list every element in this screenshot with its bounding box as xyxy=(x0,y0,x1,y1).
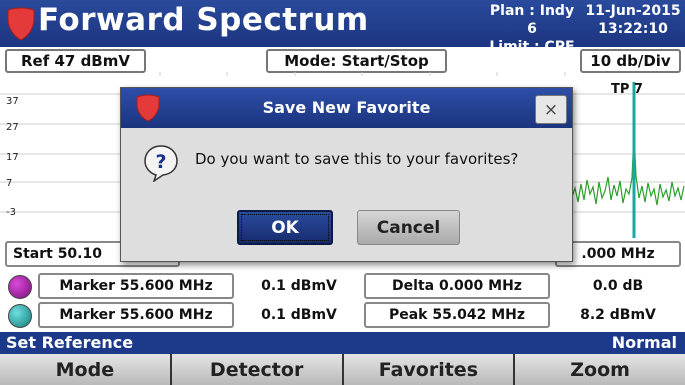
time-label: 13:22:10 xyxy=(598,21,668,37)
title-bar: Forward Spectrum Plan : Indy 6 Limit : C… xyxy=(0,0,685,55)
marker-1-dot-icon xyxy=(8,275,32,299)
save-favorite-dialog: Save New Favorite × ? Do you want to sav… xyxy=(120,87,573,262)
dialog-close-button[interactable]: × xyxy=(535,95,567,124)
marker-1-frequency[interactable]: Marker 55.600 MHz xyxy=(38,273,234,299)
y-axis-label: 17 xyxy=(6,152,19,163)
status-bar: Set Reference Normal xyxy=(0,332,685,354)
status-right: Normal xyxy=(611,333,677,352)
y-axis-label: 7 xyxy=(6,178,13,189)
svg-text:?: ? xyxy=(155,151,166,173)
dialog-message: Do you want to save this to your favorit… xyxy=(195,150,519,168)
marker-2-frequency[interactable]: Marker 55.600 MHz xyxy=(38,302,234,328)
peak-value: 8.2 dBmV xyxy=(580,307,656,323)
limit-label: Limit : CPE xyxy=(489,39,575,55)
logo-shield-icon xyxy=(7,7,35,41)
status-left: Set Reference xyxy=(6,333,134,352)
peak-frequency[interactable]: Peak 55.042 MHz xyxy=(364,302,550,328)
dialog-title: Save New Favorite xyxy=(262,98,431,117)
marker-2-level: 0.1 dBmV xyxy=(261,307,337,323)
close-icon: × xyxy=(543,99,559,120)
marker-2-dot-icon xyxy=(8,304,32,328)
scale-box[interactable]: 10 db/Div xyxy=(580,49,681,73)
softkey-bar: Mode Detector Favorites Zoom xyxy=(0,354,685,385)
page-title: Forward Spectrum xyxy=(38,2,369,38)
y-axis-label: 27 xyxy=(6,122,19,133)
marker-tp-label: TP 7 xyxy=(611,82,643,97)
softkey-detector[interactable]: Detector xyxy=(171,354,342,385)
stop-frequency-box[interactable]: .000 MHz xyxy=(555,241,681,267)
reference-level-box[interactable]: Ref 47 dBmV xyxy=(5,49,146,73)
delta-value: 0.0 dB xyxy=(592,278,644,294)
plan-limit-info: Plan : Indy 6 Limit : CPE xyxy=(486,2,578,56)
delta-frequency[interactable]: Delta 0.000 MHz xyxy=(364,273,550,299)
question-icon: ? xyxy=(144,145,178,182)
softkey-mode[interactable]: Mode xyxy=(0,354,170,385)
dialog-title-bar: Save New Favorite × xyxy=(121,88,572,128)
datetime: 11-Jun-2015 13:22:10 xyxy=(584,2,682,38)
softkey-zoom[interactable]: Zoom xyxy=(515,354,685,385)
spectrum-trace xyxy=(571,131,685,206)
y-axis-label: -3 xyxy=(6,207,16,218)
mode-box[interactable]: Mode: Start/Stop xyxy=(266,49,447,73)
y-axis-label: 37 xyxy=(6,96,19,107)
ok-button[interactable]: OK xyxy=(237,210,333,245)
softkey-favorites[interactable]: Favorites xyxy=(343,354,514,385)
marker-1-level: 0.1 dBmV xyxy=(261,278,337,294)
date-label: 11-Jun-2015 xyxy=(585,3,681,19)
cancel-button[interactable]: Cancel xyxy=(357,210,460,245)
plan-label: Plan : Indy 6 xyxy=(489,3,575,37)
